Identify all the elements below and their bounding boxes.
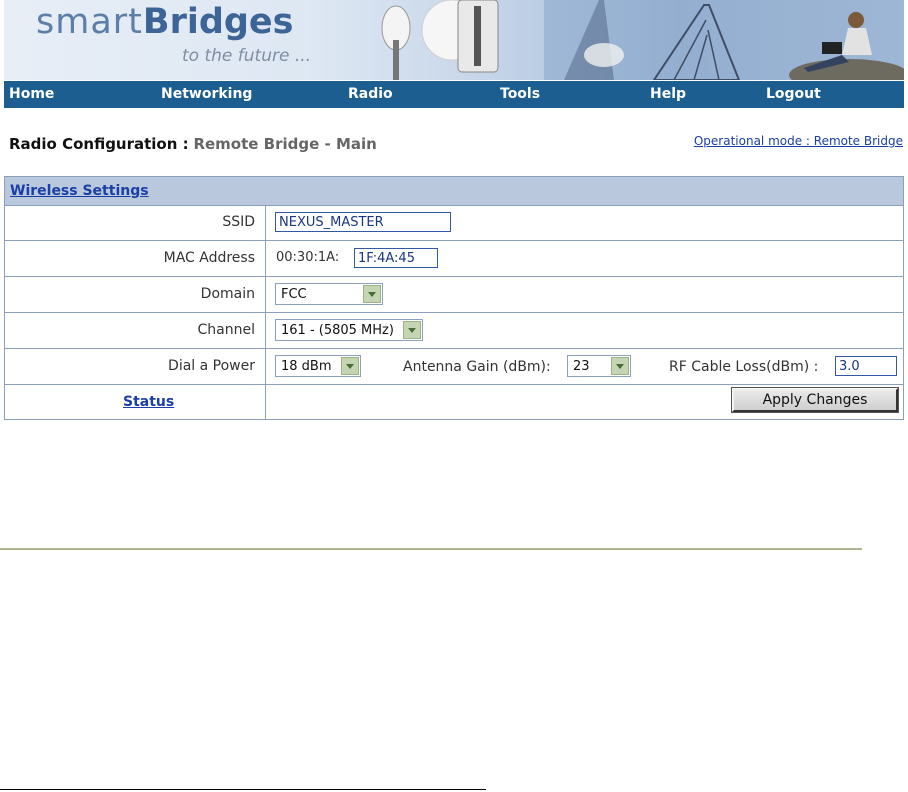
domain-select[interactable]: FCC (275, 283, 383, 305)
ssid-row: SSID (5, 205, 903, 241)
chevron-down-icon[interactable] (341, 357, 359, 375)
nav-help[interactable]: Help (650, 86, 686, 102)
page-title: Radio Configuration : Remote Bridge - Ma… (9, 135, 377, 153)
wireless-settings-header: Wireless Settings (5, 177, 903, 206)
status-cell: Status (5, 385, 266, 419)
rf-cable-loss-label: RF Cable Loss(dBm) : (669, 359, 819, 375)
page-title-subtitle: Remote Bridge - Main (193, 135, 377, 153)
ssid-label: SSID (5, 205, 266, 240)
logo-text-bridges: Bridges (142, 2, 294, 42)
nav-radio[interactable]: Radio (348, 86, 393, 102)
page-title-bold: Radio Configuration : (9, 135, 189, 153)
nav-tools[interactable]: Tools (500, 86, 540, 102)
chevron-down-icon[interactable] (611, 357, 629, 375)
power-row: Dial a Power 18 dBm Antenna Gain (dBm): … (5, 349, 903, 385)
wireless-settings-link[interactable]: Wireless Settings (10, 183, 149, 199)
action-row: Status Apply Changes (5, 385, 903, 419)
footnote-rule (0, 789, 486, 790)
mac-address-row: MAC Address 00:30:1A: (5, 241, 903, 277)
banner: smartBridges to the future ... (4, 0, 904, 80)
nav-networking[interactable]: Networking (161, 86, 252, 102)
channel-label: Channel (5, 313, 266, 348)
main-nav: Home Networking Radio Tools Help Logout (4, 81, 904, 108)
power-select[interactable]: 18 dBm (275, 355, 361, 377)
domain-value: FCC (281, 287, 307, 302)
chevron-down-icon[interactable] (403, 321, 421, 339)
brand-logo: smartBridges (36, 2, 294, 42)
domain-row: Domain FCC (5, 277, 903, 313)
operational-mode-link[interactable]: Operational mode : Remote Bridge (694, 134, 903, 148)
ssid-input[interactable] (275, 212, 451, 232)
power-value: 18 dBm (281, 359, 332, 374)
antenna-gain-value: 23 (573, 359, 590, 374)
logo-text-smart: smart (36, 2, 143, 42)
rf-cable-loss-input[interactable] (835, 356, 897, 376)
antenna-gain-select[interactable]: 23 (567, 355, 631, 377)
power-label: Dial a Power (5, 349, 266, 384)
status-link[interactable]: Status (123, 394, 174, 410)
wireless-settings-table: Wireless Settings SSID MAC Address 00:30… (4, 176, 904, 420)
channel-value: 161 - (5805 MHz) (281, 323, 394, 338)
domain-label: Domain (5, 277, 266, 312)
apply-changes-button[interactable]: Apply Changes (731, 387, 899, 413)
nav-home[interactable]: Home (9, 86, 54, 102)
divider-line (0, 548, 862, 550)
channel-row: Channel 161 - (5805 MHz) (5, 313, 903, 349)
antenna-gain-label: Antenna Gain (dBm): (403, 359, 551, 375)
tagline: to the future ... (182, 46, 312, 66)
channel-select[interactable]: 161 - (5805 MHz) (275, 319, 423, 341)
mac-prefix: 00:30:1A: (276, 250, 340, 265)
mac-suffix-input[interactable] (354, 248, 438, 268)
chevron-down-icon[interactable] (363, 285, 381, 303)
nav-logout[interactable]: Logout (766, 86, 821, 102)
mac-address-label: MAC Address (5, 241, 266, 276)
